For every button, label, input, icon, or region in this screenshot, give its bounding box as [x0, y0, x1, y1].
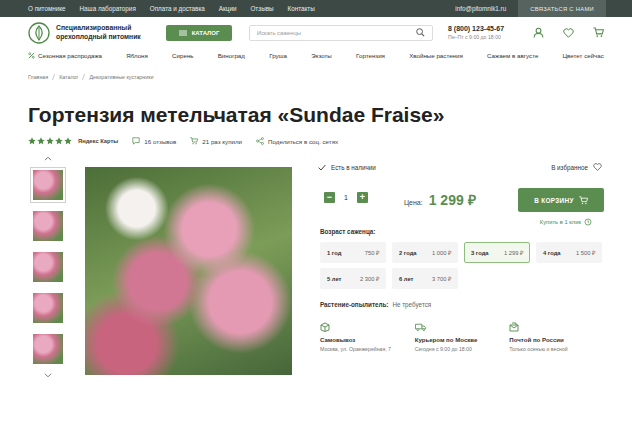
top-link[interactable]: Акции	[219, 5, 237, 12]
cart-icon	[579, 196, 588, 205]
nav-item[interactable]: Яблоня	[126, 52, 148, 59]
star-icon	[64, 137, 72, 145]
cart-icon[interactable]	[593, 27, 604, 38]
comment-icon	[132, 137, 140, 145]
nav-item[interactable]: Хвойные растения	[409, 52, 463, 59]
delivery-option: Почтой по России Только осенью и весной	[509, 322, 604, 352]
star-icon	[37, 137, 45, 145]
age-option[interactable]: 6 лет 3 700 ₽	[392, 268, 458, 289]
truck-icon	[415, 322, 426, 332]
nav-item[interactable]: Сирень	[172, 52, 193, 59]
delivery-option: Курьером по Москве Сегодня с 9:00 до 18:…	[415, 322, 510, 352]
arrow-up-icon[interactable]	[44, 156, 52, 161]
box-icon	[320, 322, 330, 332]
delivery-options: Самовывоз Москва, ул. Оранжерейная, 7 Ку…	[314, 322, 604, 352]
quantity-stepper: − 1 +	[324, 192, 368, 203]
percent-icon	[28, 52, 35, 59]
top-link[interactable]: О питомнике	[28, 5, 66, 12]
star-icon	[55, 137, 63, 145]
top-links: О питомнике Наша лаборатория Оплата и дост…	[28, 0, 315, 17]
one-click-link[interactable]: Купить в 1 клик	[540, 218, 592, 226]
phone[interactable]: 8 (800) 123-45-67 Пн–Пт с 9:00 до 18:00	[448, 25, 504, 40]
top-link[interactable]: Отзывы	[250, 5, 273, 12]
star-icon	[28, 137, 36, 145]
age-option[interactable]: 4 года 1 500 ₽	[536, 242, 602, 263]
thumbnail[interactable]	[30, 167, 66, 203]
rating-source[interactable]: Яндекс Карты	[78, 138, 118, 144]
top-bar: О питомнике Наша лаборатория Оплата и дост…	[0, 0, 632, 17]
logo[interactable]: Специализированныйорехоплодный питомник	[28, 22, 158, 44]
search-icon[interactable]	[416, 28, 425, 37]
stock-status: Есть в наличии	[318, 164, 376, 171]
click-icon	[584, 218, 592, 226]
purchase-panel: Есть в наличии В избранное − 1 + Цена: 1…	[314, 155, 604, 379]
age-option[interactable]: 3 года 1 299 ₽	[464, 242, 530, 263]
age-option[interactable]: 1 год 750 ₽	[320, 242, 386, 263]
header: Специализированныйорехоплодный питомник …	[0, 17, 632, 48]
plus-button[interactable]: +	[357, 192, 368, 203]
thumbnail[interactable]	[30, 249, 66, 285]
contact-button[interactable]: СВЯЗАТЬСЯ С НАМИ	[518, 0, 606, 17]
thumbnail[interactable]	[30, 208, 66, 244]
menu-icon	[179, 30, 187, 36]
mail-icon	[509, 322, 519, 332]
separator-icon	[82, 74, 85, 80]
share-link[interactable]: Поделиться в соц. сетях	[256, 137, 338, 145]
age-option[interactable]: 2 года 1 000 ₽	[392, 242, 458, 263]
nav-item[interactable]: Груша	[269, 52, 287, 59]
catalog-button[interactable]: КАТАЛОГ	[166, 25, 232, 41]
rating-row: Яндекс Карты 16 отзывов 21 раз купили По…	[0, 129, 632, 145]
search-field[interactable]: Искать саженцы	[249, 25, 433, 41]
thumbnail[interactable]	[30, 290, 66, 326]
age-label: Возраст саженца:	[314, 228, 604, 235]
breadcrumb[interactable]: Главная	[28, 74, 48, 80]
nav-item[interactable]: Цветет сейчас	[563, 52, 604, 59]
delivery-option: Самовывоз Москва, ул. Оранжерейная, 7	[320, 322, 415, 352]
product-page: О питомнике Наша лаборатория Оплата и дост…	[0, 0, 632, 424]
nav-item[interactable]: Экзоты	[311, 52, 332, 59]
age-options: 1 год 750 ₽ 2 года 1 000 ₽ 3 года 1 299 ₽ 4…	[314, 242, 604, 289]
user-icon[interactable]	[533, 27, 544, 38]
star-icon	[46, 137, 54, 145]
email-link[interactable]: info@pitomnik1.ru	[455, 5, 506, 12]
breadcrumb[interactable]: Каталог	[59, 74, 78, 80]
rating-stars	[28, 137, 72, 145]
breadcrumbs: Главная Каталог Декоративные кустарники	[0, 63, 632, 81]
nav-item[interactable]: Сажаем в августе	[487, 52, 538, 59]
product-main: Есть в наличии В избранное − 1 + Цена: 1…	[0, 145, 632, 379]
nav-item[interactable]: Сезонная распродажа	[28, 52, 102, 59]
favorite-button[interactable]: В избранное	[551, 163, 602, 171]
heart-icon	[593, 163, 602, 171]
product-title: Гортензия метельчатая «Sundae Fraise»	[0, 101, 632, 129]
nav-item[interactable]: Виноград	[218, 52, 245, 59]
check-icon	[318, 164, 326, 171]
quantity-input[interactable]: 1	[344, 194, 348, 201]
nav-item[interactable]: Гортензия	[356, 52, 385, 59]
age-option[interactable]: 5 лет 2 300 ₽	[320, 268, 386, 289]
heart-icon[interactable]	[563, 28, 574, 38]
product-photo	[85, 167, 292, 375]
separator-icon	[52, 74, 55, 80]
bought-count: 21 раз купили	[190, 137, 242, 145]
top-link[interactable]: Наша лаборатория	[80, 5, 136, 12]
share-icon	[256, 137, 264, 145]
top-link[interactable]: Контакты	[288, 5, 315, 12]
cart-icon	[190, 137, 198, 145]
thumbnail-list	[28, 155, 68, 379]
pollinator: Растение-опылитель: Не требуется	[314, 301, 604, 308]
top-link[interactable]: Оплата и доставка	[150, 5, 205, 12]
reviews-link[interactable]: 16 отзывов	[132, 137, 176, 145]
breadcrumb[interactable]: Декоративные кустарники	[89, 74, 153, 80]
leaf-logo-icon	[28, 22, 50, 44]
thumbnail[interactable]	[30, 331, 66, 367]
arrow-down-icon[interactable]	[44, 373, 52, 378]
minus-button[interactable]: −	[324, 192, 335, 203]
price: Цена: 1 299 ₽	[404, 190, 476, 209]
category-nav: Сезонная распродажа Яблоня Сирень Виноград…	[0, 48, 632, 63]
add-to-cart-button[interactable]: В КОРЗИНУ	[518, 188, 604, 212]
